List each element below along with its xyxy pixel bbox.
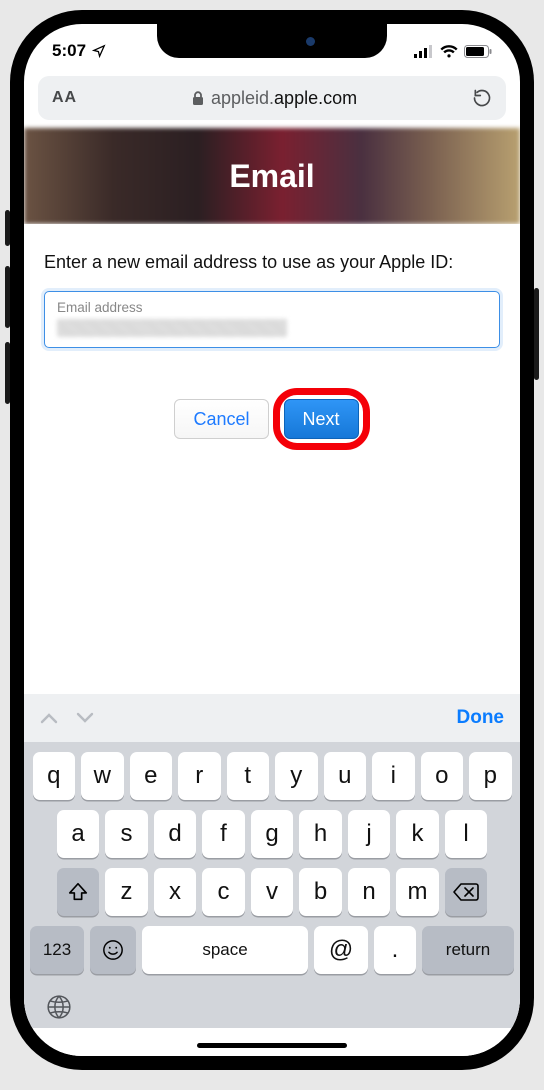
shift-icon xyxy=(67,881,89,903)
key-e[interactable]: e xyxy=(130,752,173,800)
key-d[interactable]: d xyxy=(154,810,197,858)
key-k[interactable]: k xyxy=(396,810,439,858)
emoji-key[interactable] xyxy=(90,926,136,974)
location-icon xyxy=(92,44,106,58)
emoji-icon xyxy=(102,939,124,961)
key-b[interactable]: b xyxy=(299,868,342,916)
screen: 5:07 AA appleid.apple.com Email Enter a … xyxy=(24,24,520,1056)
email-field-value-redacted xyxy=(57,319,287,337)
cancel-button[interactable]: Cancel xyxy=(174,399,268,439)
url-subdomain: appleid. xyxy=(211,88,274,108)
key-v[interactable]: v xyxy=(251,868,294,916)
lock-icon xyxy=(192,91,204,106)
key-c[interactable]: c xyxy=(202,868,245,916)
keyboard: Done q w e r t y u i o p a s d f g h xyxy=(24,694,520,1028)
key-z[interactable]: z xyxy=(105,868,148,916)
clock: 5:07 xyxy=(52,41,86,61)
key-x[interactable]: x xyxy=(154,868,197,916)
key-m[interactable]: m xyxy=(396,868,439,916)
url-display[interactable]: appleid.apple.com xyxy=(192,88,357,109)
keyboard-row-2: a s d f g h j k l xyxy=(24,800,520,858)
browser-url-bar[interactable]: AA appleid.apple.com xyxy=(38,76,506,120)
button-row: Cancel Next xyxy=(44,388,500,450)
key-n[interactable]: n xyxy=(348,868,391,916)
key-j[interactable]: j xyxy=(348,810,391,858)
home-indicator[interactable] xyxy=(197,1043,347,1048)
backspace-icon xyxy=(453,882,479,902)
keyboard-row-1: q w e r t y u i o p xyxy=(24,742,520,800)
keyboard-done-button[interactable]: Done xyxy=(457,707,505,729)
space-key[interactable]: space xyxy=(142,926,308,974)
keyboard-row-4: 123 space @ . return xyxy=(24,916,520,986)
key-p[interactable]: p xyxy=(469,752,512,800)
next-field-icon[interactable] xyxy=(76,712,94,724)
prev-field-icon[interactable] xyxy=(40,712,58,724)
at-key[interactable]: @ xyxy=(314,926,368,974)
next-button[interactable]: Next xyxy=(284,399,359,439)
phone-frame: 5:07 AA appleid.apple.com Email Enter a … xyxy=(10,10,534,1070)
key-u[interactable]: u xyxy=(324,752,367,800)
email-field[interactable]: Email address xyxy=(44,291,500,348)
numbers-key[interactable]: 123 xyxy=(30,926,84,974)
keyboard-row-3: z x c v b n m xyxy=(24,858,520,916)
wifi-icon xyxy=(440,45,458,58)
key-h[interactable]: h xyxy=(299,810,342,858)
url-domain: apple.com xyxy=(274,88,357,108)
dot-key[interactable]: . xyxy=(374,926,416,974)
reload-icon[interactable] xyxy=(472,88,492,108)
page-title: Email xyxy=(24,128,520,224)
key-l[interactable]: l xyxy=(445,810,488,858)
keyboard-bottom-row xyxy=(24,986,520,1028)
key-f[interactable]: f xyxy=(202,810,245,858)
keyboard-accessory-bar: Done xyxy=(24,694,520,742)
globe-icon[interactable] xyxy=(46,994,72,1020)
volume-up-button xyxy=(5,266,10,328)
prompt-text: Enter a new email address to use as your… xyxy=(44,252,500,273)
key-s[interactable]: s xyxy=(105,810,148,858)
key-g[interactable]: g xyxy=(251,810,294,858)
email-field-label: Email address xyxy=(57,300,487,315)
key-q[interactable]: q xyxy=(33,752,76,800)
volume-down-button xyxy=(5,342,10,404)
key-w[interactable]: w xyxy=(81,752,124,800)
key-a[interactable]: a xyxy=(57,810,100,858)
text-size-button[interactable]: AA xyxy=(52,89,77,107)
key-r[interactable]: r xyxy=(178,752,221,800)
key-o[interactable]: o xyxy=(421,752,464,800)
return-key[interactable]: return xyxy=(422,926,514,974)
cellular-icon xyxy=(414,45,434,58)
key-i[interactable]: i xyxy=(372,752,415,800)
battery-icon xyxy=(464,45,492,58)
highlight-ring: Next xyxy=(273,388,370,450)
mute-switch xyxy=(5,210,10,246)
key-t[interactable]: t xyxy=(227,752,270,800)
notch xyxy=(157,24,387,58)
backspace-key[interactable] xyxy=(445,868,488,916)
key-y[interactable]: y xyxy=(275,752,318,800)
power-button xyxy=(534,288,539,380)
shift-key[interactable] xyxy=(57,868,100,916)
